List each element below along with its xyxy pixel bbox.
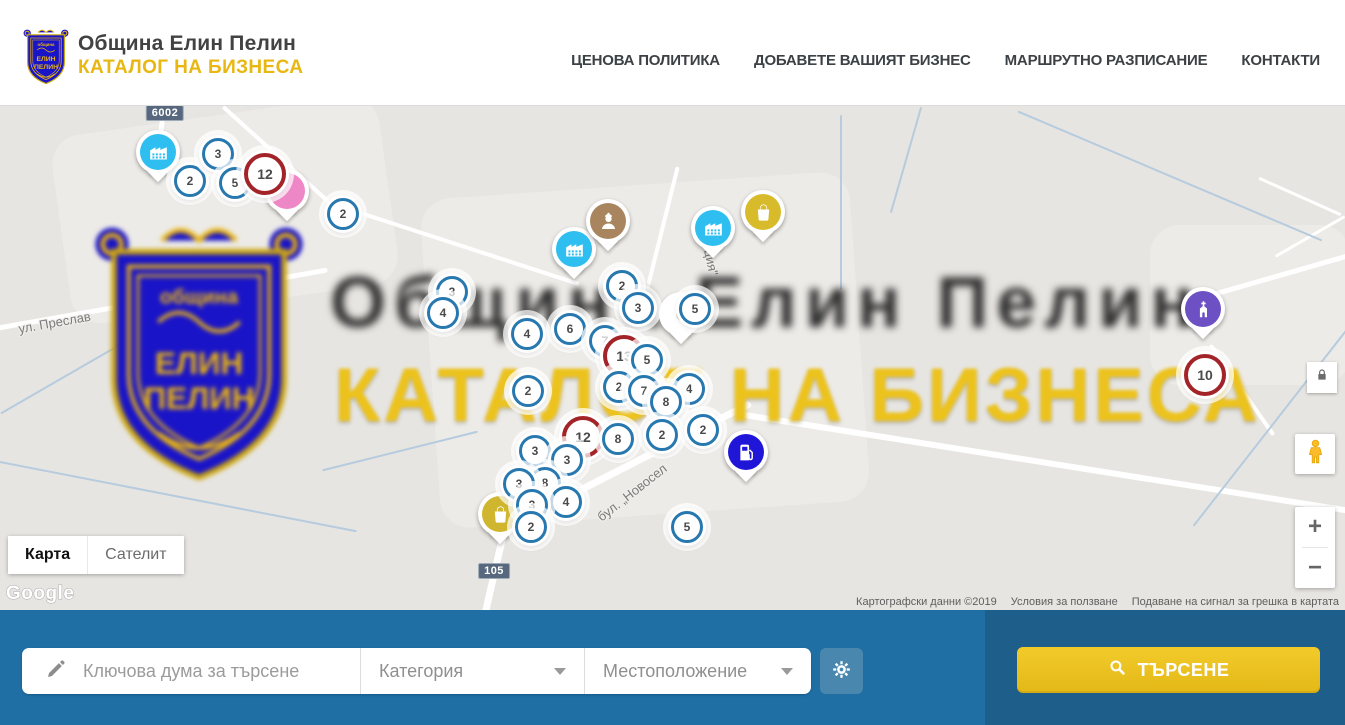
cluster-count: 8 bbox=[602, 423, 634, 455]
cluster-marker[interactable]: 5 bbox=[668, 508, 706, 546]
church-pin[interactable] bbox=[1181, 287, 1225, 331]
cluster-count: 5 bbox=[679, 293, 711, 325]
search-button-label: ТЪРСЕНЕ bbox=[1138, 660, 1230, 681]
map-markers-layer: 2351223423546713522748128223383432510 bbox=[0, 105, 1345, 610]
terms-link[interactable]: Условия за ползване bbox=[1011, 596, 1118, 608]
cluster-marker[interactable]: 12 bbox=[241, 150, 289, 198]
factory-icon bbox=[140, 134, 176, 170]
worker-icon bbox=[590, 203, 626, 239]
svg-text:община: община bbox=[38, 42, 55, 47]
svg-text:ПЕЛИН: ПЕЛИН bbox=[34, 64, 58, 71]
gear-icon bbox=[831, 659, 852, 683]
cluster-marker[interactable]: 2 bbox=[171, 162, 209, 200]
map-attribution: Картографски данни ©2019 Условия за полз… bbox=[856, 596, 1339, 608]
google-map[interactable]: ул. Преслав бул. „Новосел ция" 6002 105 … bbox=[0, 105, 1345, 610]
church-icon bbox=[1185, 291, 1221, 327]
cluster-marker[interactable]: 8 bbox=[647, 383, 685, 421]
zoom-in-button[interactable]: + bbox=[1295, 507, 1335, 547]
factory-pin[interactable] bbox=[691, 206, 735, 250]
municipality-crest-logo: община ЕЛИН ПЕЛИН bbox=[22, 22, 70, 94]
nav-item-route-schedule[interactable]: МАРШРУТНО РАЗПИСАНИЕ bbox=[1005, 52, 1208, 69]
cluster-count: 2 bbox=[687, 414, 719, 446]
site-subtitle: КАТАЛОГ НА БИЗНЕСА bbox=[78, 58, 303, 79]
cluster-count: 5 bbox=[671, 511, 703, 543]
cluster-marker[interactable]: 4 bbox=[508, 315, 546, 353]
cluster-count: 12 bbox=[244, 153, 286, 195]
map-data-copyright: Картографски данни ©2019 bbox=[856, 596, 997, 608]
site-title: Община Елин Пелин bbox=[78, 32, 303, 55]
cluster-marker[interactable]: 2 bbox=[324, 195, 362, 233]
cluster-marker[interactable]: 4 bbox=[547, 483, 585, 521]
fuel-pin[interactable] bbox=[724, 430, 768, 474]
keyword-search-input[interactable] bbox=[81, 660, 315, 683]
main-nav: ЦЕНОВА ПОЛИТИКА ДОБАВЕТЕ ВАШИЯТ БИЗНЕС М… bbox=[571, 0, 1320, 105]
cluster-count: 5 bbox=[631, 344, 663, 376]
cluster-count: 4 bbox=[550, 486, 582, 518]
pencil-icon bbox=[46, 658, 67, 684]
nav-item-contacts[interactable]: КОНТАКТИ bbox=[1241, 52, 1320, 69]
map-type-satellite-button[interactable]: Сателит bbox=[87, 536, 183, 574]
factory-icon bbox=[556, 231, 592, 267]
map-type-map-button[interactable]: Карта bbox=[8, 536, 87, 574]
search-input-group: Категория Местоположение bbox=[22, 648, 811, 694]
cluster-marker[interactable]: 2 bbox=[512, 508, 550, 546]
location-dropdown-label: Местоположение bbox=[603, 661, 747, 682]
cluster-count: 2 bbox=[174, 165, 206, 197]
search-bar: Категория Местоположение ТЪРСЕНЕ bbox=[0, 610, 1345, 725]
location-dropdown[interactable]: Местоположение bbox=[584, 648, 811, 694]
cluster-marker[interactable]: 5 bbox=[676, 290, 714, 328]
cluster-count: 4 bbox=[427, 297, 459, 329]
zoom-out-button[interactable]: − bbox=[1295, 548, 1335, 588]
report-error-link[interactable]: Подаване на сигнал за грешка в картата bbox=[1132, 596, 1339, 608]
worker-pin[interactable] bbox=[586, 199, 630, 243]
keyword-section bbox=[22, 648, 360, 694]
search-button-panel: ТЪРСЕНЕ bbox=[985, 610, 1345, 725]
nav-item-pricing[interactable]: ЦЕНОВА ПОЛИТИКА bbox=[571, 52, 720, 69]
category-dropdown-label: Категория bbox=[379, 661, 463, 682]
padlock-icon bbox=[1314, 367, 1330, 388]
cluster-marker[interactable]: 10 bbox=[1181, 351, 1229, 399]
site-logo[interactable]: община ЕЛИН ПЕЛИН Община Елин Пелин КАТА… bbox=[22, 14, 303, 94]
cluster-marker[interactable]: 4 bbox=[424, 294, 462, 332]
cluster-count: 2 bbox=[327, 198, 359, 230]
factory-icon bbox=[695, 210, 731, 246]
factory-pin[interactable] bbox=[136, 130, 180, 174]
bag-pin[interactable] bbox=[741, 190, 785, 234]
cluster-count: 8 bbox=[650, 386, 682, 418]
advanced-settings-button[interactable] bbox=[820, 648, 863, 694]
cluster-marker[interactable]: 3 bbox=[619, 289, 657, 327]
cluster-count: 2 bbox=[512, 375, 544, 407]
google-logo[interactable]: Google bbox=[6, 583, 74, 605]
cluster-count: 3 bbox=[519, 435, 551, 467]
cluster-marker[interactable]: 8 bbox=[599, 420, 637, 458]
cluster-count: 3 bbox=[622, 292, 654, 324]
svg-text:ЕЛИН: ЕЛИН bbox=[36, 56, 55, 63]
lock-button[interactable] bbox=[1307, 362, 1337, 393]
cluster-marker[interactable]: 2 bbox=[509, 372, 547, 410]
chevron-down-icon bbox=[781, 668, 793, 675]
cluster-marker[interactable]: 2 bbox=[643, 416, 681, 454]
cluster-count: 10 bbox=[1184, 354, 1226, 396]
bag-icon bbox=[745, 194, 781, 230]
map-type-control: Карта Сателит bbox=[8, 536, 184, 574]
cluster-count: 2 bbox=[515, 511, 547, 543]
pegman-icon bbox=[1302, 438, 1329, 470]
cluster-count: 2 bbox=[646, 419, 678, 451]
cluster-count: 6 bbox=[554, 313, 586, 345]
cluster-marker[interactable]: 2 bbox=[684, 411, 722, 449]
category-dropdown[interactable]: Категория bbox=[360, 648, 584, 694]
header: община ЕЛИН ПЕЛИН Община Елин Пелин КАТА… bbox=[0, 0, 1345, 106]
search-button[interactable]: ТЪРСЕНЕ bbox=[1017, 647, 1320, 693]
zoom-control: + − bbox=[1295, 507, 1335, 588]
street-view-pegman-button[interactable] bbox=[1295, 434, 1335, 474]
nav-item-add-business[interactable]: ДОБАВЕТЕ ВАШИЯТ БИЗНЕС bbox=[754, 52, 971, 69]
fuel-icon bbox=[728, 434, 764, 470]
chevron-down-icon bbox=[554, 668, 566, 675]
search-icon bbox=[1108, 658, 1127, 682]
cluster-marker[interactable]: 6 bbox=[551, 310, 589, 348]
cluster-count: 4 bbox=[511, 318, 543, 350]
